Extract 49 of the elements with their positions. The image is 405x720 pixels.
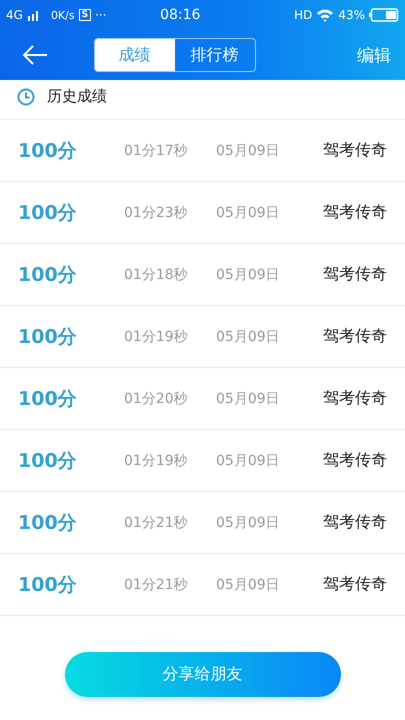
app-name: 驾考传奇 — [323, 264, 387, 285]
date-value: 05月09日 — [216, 266, 281, 284]
duration-value: 01分19秒 — [124, 452, 189, 470]
wifi-icon — [316, 8, 334, 22]
back-arrow-icon[interactable] — [22, 45, 48, 65]
duration-value: 01分23秒 — [124, 204, 189, 222]
duration-value: 01分20秒 — [124, 390, 189, 408]
date-value: 05月09日 — [216, 576, 281, 594]
score-value: 100分 — [18, 138, 78, 164]
score-value: 100分 — [18, 448, 78, 474]
network-speed: 0K/s — [50, 8, 75, 22]
edit-button[interactable]: 编辑 — [357, 44, 391, 66]
score-value: 100分 — [18, 510, 78, 536]
app-name: 驾考传奇 — [323, 326, 387, 347]
app-name: 驾考传奇 — [323, 388, 387, 409]
date-value: 05月09日 — [216, 514, 281, 532]
score-value: 100分 — [18, 386, 78, 412]
battery-icon — [369, 8, 399, 22]
app-notification-icon: S — [78, 9, 92, 21]
score-value: 100分 — [18, 262, 78, 288]
share-button[interactable]: 分享给朋友 — [64, 652, 340, 697]
date-value: 05月09日 — [216, 390, 281, 408]
signal-icon — [26, 9, 41, 21]
hd-indicator: HD — [294, 8, 312, 22]
date-value: 05月09日 — [216, 204, 281, 222]
network-type: 4G — [6, 8, 23, 22]
section-title: 历史成绩 — [47, 87, 107, 106]
app-name: 驾考传奇 — [323, 140, 387, 161]
app-name: 驾考传奇 — [323, 512, 387, 533]
duration-value: 01分18秒 — [124, 266, 189, 284]
score-value: 100分 — [18, 572, 78, 598]
duration-value: 01分19秒 — [124, 328, 189, 346]
duration-value: 01分21秒 — [124, 514, 189, 532]
tab[interactable]: 成绩 — [94, 39, 174, 71]
app-name: 驾考传奇 — [323, 574, 387, 595]
clock-time: 08:16 — [159, 7, 202, 23]
duration-value: 01分21秒 — [124, 576, 189, 594]
score-value: 100分 — [18, 200, 78, 226]
score-value: 100分 — [18, 324, 78, 350]
battery-percent: 43% — [338, 8, 365, 22]
date-value: 05月09日 — [216, 142, 281, 160]
clock-icon — [17, 88, 35, 106]
more-notifications: ··· — [95, 8, 107, 22]
tab[interactable]: 排行榜 — [174, 39, 254, 71]
duration-value: 01分17秒 — [124, 142, 189, 160]
date-value: 05月09日 — [216, 328, 281, 346]
app-name: 驾考传奇 — [323, 202, 387, 223]
date-value: 05月09日 — [216, 452, 281, 470]
app-name: 驾考传奇 — [323, 450, 387, 471]
